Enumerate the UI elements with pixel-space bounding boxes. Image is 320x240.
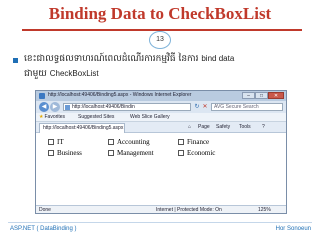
description-khmer-1: ខេះជាលទ្ធផលទាហរណ៍ពេលដំណើរការកម្មវិធី នៃក… bbox=[24, 54, 199, 64]
browser-title-bar: http://localhost:49406/Binding5.aspx - W… bbox=[36, 91, 286, 101]
home-icon[interactable]: ⌂ bbox=[188, 124, 191, 131]
page-number-badge: 13 bbox=[149, 31, 171, 49]
footer-course-label: ASP.NET ( DataBinding ) bbox=[10, 226, 77, 232]
address-bar[interactable]: http://localhost:49406/Bindin bbox=[63, 103, 191, 111]
web-slice-gallery-link[interactable]: Web Slice Gallery bbox=[130, 114, 170, 121]
minimize-button[interactable]: – bbox=[242, 92, 255, 99]
description-english-2: CheckBoxList bbox=[49, 69, 99, 78]
page-icon bbox=[65, 105, 70, 110]
back-arrow-icon[interactable]: ◀ bbox=[39, 102, 49, 112]
favorites-button[interactable]: ★Favorites bbox=[39, 114, 65, 121]
slide-title: Binding Data to CheckBoxList bbox=[48, 4, 272, 23]
checkbox-item[interactable]: Management bbox=[108, 149, 154, 157]
forward-arrow-icon[interactable]: ▶ bbox=[50, 102, 60, 112]
checkbox-item[interactable]: Economic bbox=[178, 149, 215, 157]
stop-icon[interactable]: ✕ bbox=[201, 103, 209, 111]
checkbox[interactable] bbox=[178, 150, 184, 156]
checkbox[interactable] bbox=[178, 139, 184, 145]
tools-menu[interactable]: Tools bbox=[239, 124, 251, 131]
refresh-icon[interactable]: ↻ bbox=[193, 103, 201, 111]
favorites-bar: ★Favorites Suggested Sites Web Slice Gal… bbox=[36, 113, 286, 122]
footer-divider bbox=[8, 222, 312, 223]
checkbox-item[interactable]: Accounting bbox=[108, 138, 150, 146]
maximize-button[interactable]: □ bbox=[255, 92, 268, 99]
page-content: IT Accounting Finance Business Managemen… bbox=[36, 133, 286, 205]
checkbox[interactable] bbox=[108, 139, 114, 145]
safety-menu[interactable]: Safety bbox=[216, 124, 230, 131]
help-icon[interactable]: ? bbox=[262, 124, 265, 131]
ie-logo-icon bbox=[39, 93, 45, 99]
tab-bar: http://localhost:49406/Binding5.aspx ⌂ P… bbox=[36, 122, 286, 133]
suggested-sites-link[interactable]: Suggested Sites bbox=[78, 114, 114, 121]
description-line-1: ខេះជាលទ្ធផលទាហរណ៍ពេលដំណើរការកម្មវិធី នៃក… bbox=[24, 53, 234, 66]
search-input[interactable]: AVG Secure Search bbox=[211, 103, 283, 111]
security-zone: Internet | Protected Mode: On bbox=[156, 207, 222, 213]
browser-tab[interactable]: http://localhost:49406/Binding5.aspx bbox=[39, 123, 125, 133]
checkbox-item[interactable]: Finance bbox=[178, 138, 209, 146]
close-button[interactable]: ✕ bbox=[268, 92, 284, 99]
window-title: http://localhost:49406/Binding5.aspx - W… bbox=[48, 92, 192, 98]
bullet-icon bbox=[13, 58, 18, 63]
zoom-level[interactable]: 125% bbox=[258, 207, 271, 213]
navigation-bar: ◀ ▶ http://localhost:49406/Bindin ↻ ✕ AV… bbox=[36, 101, 286, 113]
checkbox[interactable] bbox=[108, 150, 114, 156]
address-text: http://localhost:49406/Bindin bbox=[72, 104, 135, 110]
description-english-1: bind data bbox=[201, 54, 235, 63]
footer-author: Hor Sonoeun bbox=[275, 226, 311, 232]
checkbox[interactable] bbox=[48, 139, 54, 145]
checkbox-item[interactable]: IT bbox=[48, 138, 64, 146]
browser-window: http://localhost:49406/Binding5.aspx - W… bbox=[35, 90, 287, 214]
checkbox-item[interactable]: Business bbox=[48, 149, 82, 157]
star-icon: ★ bbox=[39, 114, 44, 120]
status-bar: Done Internet | Protected Mode: On 125% bbox=[36, 205, 286, 213]
page-menu[interactable]: Page bbox=[198, 124, 210, 131]
status-text: Done bbox=[39, 207, 51, 213]
description-line-2: ជាមួយ CheckBoxList bbox=[24, 68, 99, 81]
description-khmer-2: ជាមួយ bbox=[24, 69, 47, 79]
checkbox[interactable] bbox=[48, 150, 54, 156]
